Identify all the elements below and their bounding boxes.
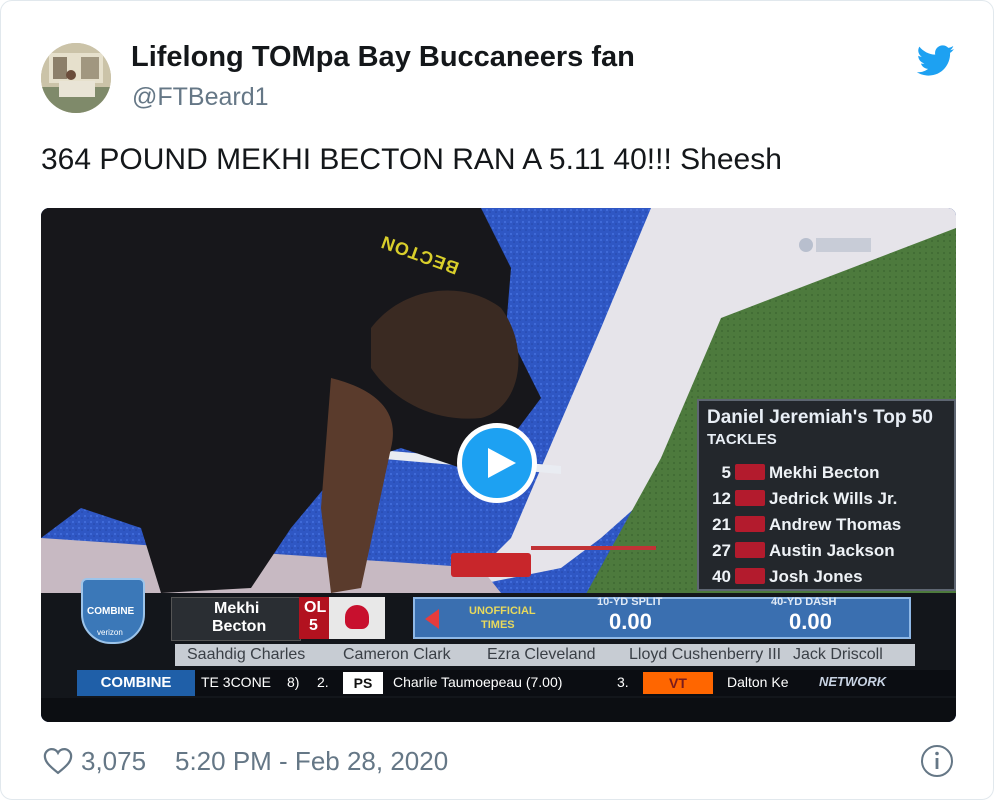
player-number: 5 xyxy=(309,617,318,634)
play-icon xyxy=(488,448,516,478)
school-logo-icon xyxy=(735,464,765,480)
panel-player: Jedrick Wills Jr. xyxy=(769,489,898,508)
split-label: 10-YD SPLIT xyxy=(597,596,663,608)
tweet-text: 364 POUND MEKHI BECTON RAN A 5.11 40!!! … xyxy=(41,143,782,176)
panel-rank: 21 xyxy=(712,515,731,534)
ticker: COMBINE TE 3CONE 8) 2. PS Charlie Taumoe… xyxy=(77,670,956,696)
player-position: OL xyxy=(304,599,327,616)
panel-subtitle: TACKLES xyxy=(707,431,777,448)
info-icon[interactable] xyxy=(920,744,954,778)
panel-player: Josh Jones xyxy=(769,567,863,586)
names-row-item: Lloyd Cushenberry III xyxy=(629,646,782,663)
times-label: TIMES xyxy=(481,619,515,631)
names-row: Saahdig Charles Cameron Clark Ezra Cleve… xyxy=(175,644,915,666)
player-last-name: Becton xyxy=(212,618,267,635)
player-plate: Mekhi Becton xyxy=(171,597,301,641)
panel-row: 27 Austin Jackson xyxy=(707,541,895,563)
ticker-fragment: 8) xyxy=(287,674,300,690)
ticker-label: COMBINE xyxy=(77,670,195,696)
combine-badge-label: COMBINE xyxy=(87,606,135,617)
panel-rank: 27 xyxy=(712,541,731,560)
ticker-logo: PS xyxy=(343,672,383,694)
ticker-rank: 3. xyxy=(617,674,629,690)
play-button[interactable] xyxy=(457,423,537,503)
names-row-item: Saahdig Charles xyxy=(187,646,306,663)
school-logo-icon xyxy=(329,597,385,639)
combine-badge: COMBINE verizon xyxy=(81,578,145,644)
split-value: 0.00 xyxy=(609,609,652,634)
dash-label: 40-YD DASH xyxy=(771,596,837,608)
player-first-name: Mekhi xyxy=(214,600,260,617)
school-logo-icon xyxy=(735,516,765,532)
ticker-logo: VT xyxy=(643,672,713,694)
panel-row: 5 Mekhi Becton xyxy=(707,463,880,485)
times-bar: UNOFFICIAL TIMES 10-YD SPLIT 0.00 40-YD … xyxy=(413,596,911,639)
unofficial-label: UNOFFICIAL xyxy=(469,605,536,617)
sponsor-label: verizon xyxy=(97,628,123,637)
network-logo: NETWORK xyxy=(819,674,887,689)
ticker-item: Dalton Ke xyxy=(727,674,789,690)
school-logo-icon xyxy=(735,490,765,506)
names-row-item: Jack Driscoll xyxy=(793,646,883,663)
panel-player: Andrew Thomas xyxy=(769,515,902,534)
ticker-item: Charlie Taumoepeau (7.00) xyxy=(393,674,563,690)
heart-icon[interactable] xyxy=(43,747,73,775)
panel-title: Daniel Jeremiah's Top 50 xyxy=(707,407,933,428)
panel-rank: 40 xyxy=(712,567,731,586)
position-plate: OL 5 xyxy=(299,597,329,639)
panel-row: 40 Josh Jones xyxy=(707,567,863,589)
author-handle[interactable]: @FTBeard1 xyxy=(132,83,269,112)
panel-player: Mekhi Becton xyxy=(769,463,880,482)
names-row-item: Ezra Cleveland xyxy=(487,646,596,663)
school-logo-icon xyxy=(735,542,765,558)
author-display-name[interactable]: Lifelong TOMpa Bay Buccaneers fan xyxy=(131,41,635,74)
twitter-bird-icon[interactable] xyxy=(917,45,955,77)
arrow-left-icon xyxy=(425,609,439,629)
panel-rank: 12 xyxy=(712,489,731,508)
dash-value: 0.00 xyxy=(789,609,832,634)
ticker-rank: 2. xyxy=(317,674,329,690)
panel-row: 21 Andrew Thomas xyxy=(707,515,901,537)
tweet-card: Lifelong TOMpa Bay Buccaneers fan @FTBea… xyxy=(0,0,994,800)
like-count[interactable]: 3,075 xyxy=(81,746,146,777)
panel-rank: 5 xyxy=(721,463,731,482)
names-row-item: Cameron Clark xyxy=(343,646,451,663)
ticker-category: TE 3CONE xyxy=(201,674,272,690)
avatar[interactable] xyxy=(41,43,111,113)
top50-panel: Daniel Jeremiah's Top 50 TACKLES 5 Mekhi … xyxy=(697,399,956,591)
tweet-timestamp[interactable]: 5:20 PM - Feb 28, 2020 xyxy=(175,746,448,777)
school-logo-icon xyxy=(735,568,765,584)
panel-row: 12 Jedrick Wills Jr. xyxy=(707,489,897,511)
panel-player: Austin Jackson xyxy=(769,541,895,560)
